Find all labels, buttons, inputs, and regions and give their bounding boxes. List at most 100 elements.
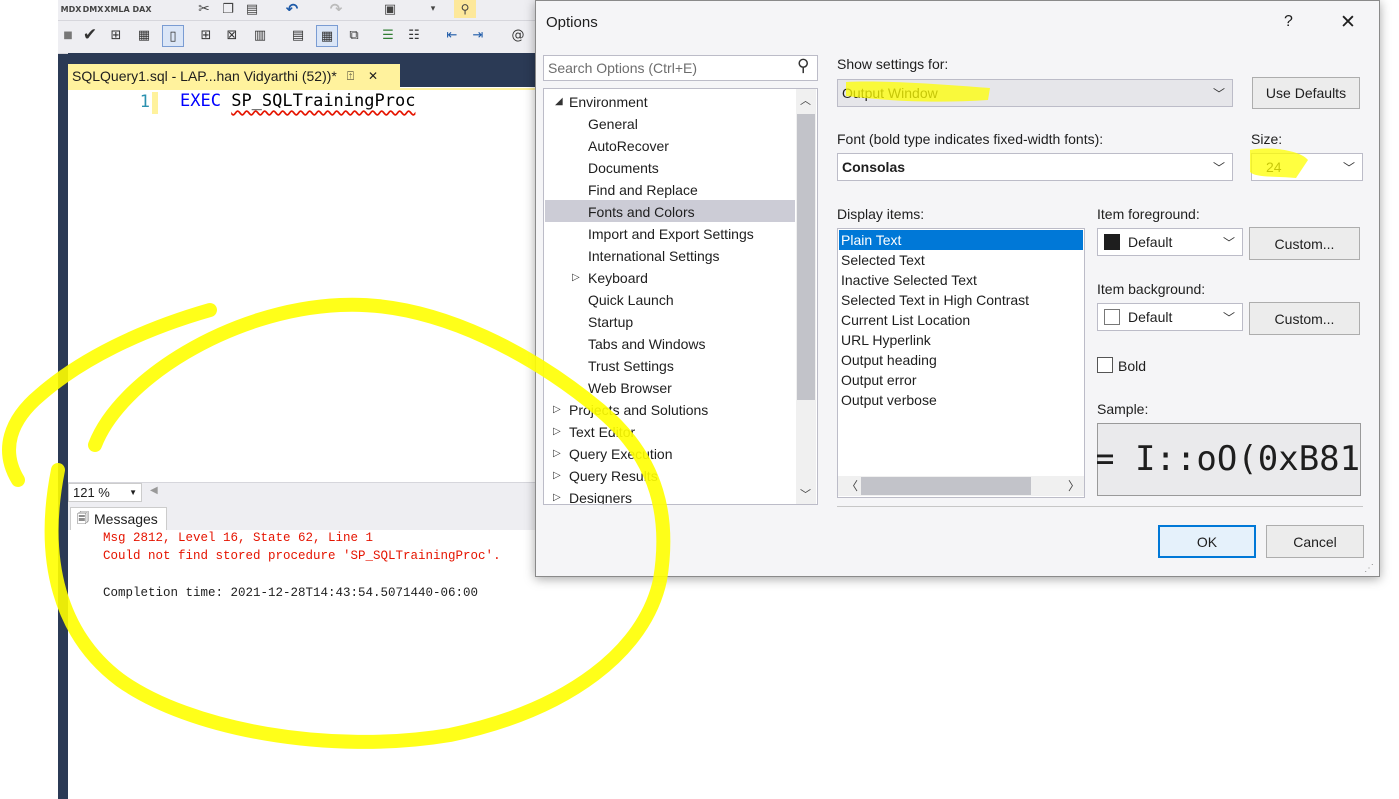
- tree-item-tabs-and-windows[interactable]: Tabs and Windows: [588, 333, 706, 355]
- show-settings-select[interactable]: Output Window ﹀: [837, 79, 1233, 107]
- display-item[interactable]: Inactive Selected Text: [841, 270, 977, 290]
- collapsed-triangle-icon[interactable]: ▷: [553, 487, 561, 509]
- decrease-indent-icon[interactable]: ⇤: [442, 25, 462, 45]
- parse-check-icon[interactable]: ✔: [80, 25, 100, 45]
- redo-icon[interactable]: ↷: [328, 0, 344, 18]
- bold-checkbox[interactable]: [1097, 357, 1113, 373]
- dax-query-icon[interactable]: DAX: [133, 0, 152, 18]
- tree-item-text-editor[interactable]: Text Editor: [569, 421, 635, 443]
- size-select[interactable]: 24 ﹀: [1251, 153, 1363, 181]
- item-foreground-select[interactable]: Default ﹀: [1097, 228, 1243, 256]
- tree-item-autorecover[interactable]: AutoRecover: [588, 135, 669, 157]
- copy-icon[interactable]: ❐: [220, 0, 236, 18]
- tree-item-query-results[interactable]: Query Results: [569, 465, 658, 487]
- results-to-file-icon[interactable]: ⧉: [344, 25, 364, 45]
- results-to-grid-icon[interactable]: ▦: [316, 25, 338, 47]
- dmx-query-icon[interactable]: DMX: [83, 0, 104, 18]
- tree-item-keyboard[interactable]: Keyboard: [588, 267, 648, 289]
- close-icon[interactable]: ✕: [1340, 11, 1356, 34]
- scroll-left-icon[interactable]: ◀: [150, 485, 158, 496]
- cut-icon[interactable]: ✂: [196, 0, 212, 18]
- help-icon[interactable]: ?: [1284, 13, 1293, 31]
- tree-item-quick-launch[interactable]: Quick Launch: [588, 289, 674, 311]
- tree-item-find-and-replace[interactable]: Find and Replace: [588, 179, 698, 201]
- message-line: Msg 2812, Level 16, State 62, Line 1: [103, 531, 374, 545]
- find-icon[interactable]: ⚲: [454, 0, 476, 18]
- custom-foreground-button[interactable]: Custom...: [1249, 227, 1360, 260]
- collapsed-triangle-icon[interactable]: ▷: [572, 267, 580, 289]
- display-item[interactable]: Output verbose: [841, 390, 937, 410]
- mdx-query-icon[interactable]: MDX: [61, 0, 82, 18]
- tree-item-import-export[interactable]: Import and Export Settings: [588, 223, 754, 245]
- display-item[interactable]: Output heading: [841, 350, 937, 370]
- specify-values-icon[interactable]: ▯: [162, 25, 184, 47]
- xmla-query-icon[interactable]: XMLA: [104, 0, 129, 18]
- toolbar-grip-icon: ■: [63, 29, 73, 41]
- tree-item-fonts-and-colors[interactable]: Fonts and Colors: [588, 201, 695, 223]
- query-editor[interactable]: [68, 90, 538, 482]
- tree-scroll-thumb[interactable]: [797, 114, 815, 400]
- paste-icon[interactable]: ▤: [244, 0, 260, 18]
- results-to-text-icon[interactable]: ▤: [288, 25, 308, 45]
- expanded-triangle-icon[interactable]: ◢: [555, 91, 563, 113]
- collapsed-triangle-icon[interactable]: ▷: [553, 465, 561, 487]
- search-input[interactable]: [548, 59, 788, 77]
- display-item[interactable]: URL Hyperlink: [841, 330, 931, 350]
- tree-item-web-browser[interactable]: Web Browser: [588, 377, 672, 399]
- collapsed-triangle-icon[interactable]: ▷: [553, 421, 561, 443]
- query-designer-icon[interactable]: ▦: [134, 25, 154, 45]
- undo-icon[interactable]: ↶: [284, 0, 300, 18]
- tree-item-projects[interactable]: Projects and Solutions: [569, 399, 708, 421]
- document-tab[interactable]: SQLQuery1.sql - LAP...han Vidyarthi (52)…: [68, 64, 400, 88]
- zoom-select[interactable]: 121 % ▼: [68, 483, 142, 502]
- client-stats-icon[interactable]: ▥: [250, 25, 270, 45]
- tree-item-environment[interactable]: Environment: [569, 91, 648, 113]
- chevron-left-icon[interactable]: 〈: [846, 477, 858, 494]
- live-stats-icon[interactable]: ⊠: [222, 25, 242, 45]
- template-params-icon[interactable]: @: [508, 25, 528, 45]
- tree-item-documents[interactable]: Documents: [588, 157, 659, 179]
- bold-label: Bold: [1118, 358, 1147, 374]
- search-icon[interactable]: ⚲: [797, 56, 809, 76]
- display-item[interactable]: Selected Text in High Contrast: [841, 290, 1029, 310]
- line-number: 1: [139, 92, 150, 112]
- ok-button[interactable]: OK: [1158, 525, 1256, 558]
- foreground-swatch: [1104, 234, 1120, 250]
- chevron-right-icon[interactable]: 〉: [1068, 477, 1080, 494]
- collapsed-triangle-icon[interactable]: ▷: [553, 399, 561, 421]
- font-select[interactable]: Consolas ﹀: [837, 153, 1233, 181]
- cancel-button[interactable]: Cancel: [1266, 525, 1364, 558]
- tree-item-startup[interactable]: Startup: [588, 311, 633, 333]
- display-item[interactable]: Selected Text: [841, 250, 925, 270]
- activity-monitor-icon[interactable]: ▣: [382, 0, 398, 18]
- chevron-up-icon[interactable]: ︿: [800, 92, 811, 108]
- resize-grip-icon[interactable]: ⋰: [1364, 563, 1374, 574]
- tree-item-general[interactable]: General: [588, 113, 638, 135]
- pin-icon[interactable]: ⍐: [347, 69, 354, 84]
- item-background-select[interactable]: Default ﹀: [1097, 303, 1243, 331]
- actual-plan-icon[interactable]: ⊞: [196, 25, 216, 45]
- code-line[interactable]: EXEC SP_SQLTrainingProc: [180, 91, 415, 111]
- display-item[interactable]: Output error: [841, 370, 916, 390]
- tree-item-international[interactable]: International Settings: [588, 245, 720, 267]
- tree-item-query-execution[interactable]: Query Execution: [569, 443, 673, 465]
- collapsed-triangle-icon[interactable]: ▷: [553, 443, 561, 465]
- increase-indent-icon[interactable]: ⇥: [468, 25, 488, 45]
- tree-item-trust-settings[interactable]: Trust Settings: [588, 355, 674, 377]
- use-defaults-button[interactable]: Use Defaults: [1252, 77, 1360, 109]
- tree-item-designers[interactable]: Designers: [569, 487, 632, 504]
- dropdown-arrow-icon[interactable]: ▾: [428, 0, 438, 18]
- display-plan-icon[interactable]: ⊞: [106, 25, 126, 45]
- display-item[interactable]: Plain Text: [841, 230, 901, 250]
- comment-icon[interactable]: ☰: [378, 25, 398, 45]
- messages-tab[interactable]: 🗐 Messages: [70, 507, 167, 530]
- chevron-down-icon[interactable]: ﹀: [800, 486, 811, 502]
- display-items-hscroll-thumb[interactable]: [861, 477, 1031, 495]
- display-item[interactable]: Current List Location: [841, 310, 970, 330]
- custom-background-button[interactable]: Custom...: [1249, 302, 1360, 335]
- chevron-down-icon: ﹀: [1212, 87, 1225, 101]
- sample-text: = I::oO(0xB81: [1094, 439, 1361, 479]
- item-foreground-value: Default: [1128, 234, 1173, 250]
- uncomment-icon[interactable]: ☷: [404, 25, 424, 45]
- close-tab-icon[interactable]: ✕: [368, 69, 378, 83]
